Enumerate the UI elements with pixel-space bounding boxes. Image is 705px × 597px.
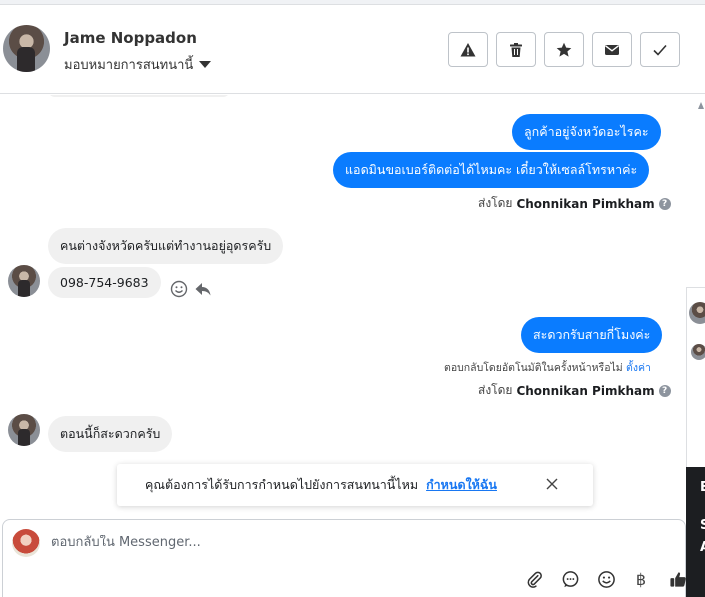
saved-replies-button[interactable] [559, 568, 581, 590]
assign-to-me-link[interactable]: กำหนดให้ฉัน [426, 475, 497, 495]
sent-by-label: ส่งโดย Chonnikan Pimkham ? [478, 381, 671, 400]
emoji-icon [597, 570, 615, 588]
assign-dropdown[interactable]: มอบหมายการสนทนานี้ [64, 54, 212, 75]
paperclip-icon [527, 571, 542, 588]
reply-composer: ฿ [2, 519, 686, 597]
sent-by-label: ส่งโดย Chonnikan Pimkham ? [478, 194, 671, 213]
assign-label: มอบหมายการสนทนานี้ [64, 58, 194, 73]
side-panel-letter: A [700, 540, 705, 555]
sender-name[interactable]: Chonnikan Pimkham [516, 197, 654, 211]
trash-icon [510, 42, 522, 57]
help-icon[interactable]: ? [658, 197, 671, 210]
message-bubble-outgoing[interactable]: สะดวกรับสายกี่โมงค่ะ [521, 317, 663, 353]
sender-name[interactable]: Chonnikan Pimkham [516, 384, 654, 398]
customer-avatar-small[interactable] [8, 414, 40, 446]
customer-avatar[interactable] [3, 25, 50, 72]
reply-icon[interactable] [194, 280, 212, 298]
side-avatar[interactable] [691, 344, 705, 360]
assign-prompt-toast: คุณต้องการได้รับการกำหนดไปยังการสนทนานี้… [117, 464, 593, 506]
payment-button[interactable]: ฿ [630, 568, 652, 590]
message-bubble-incoming[interactable]: คนต่างจังหวัดครับแต่ทำงานอยู่อุดรครับ [48, 228, 284, 264]
message-bubble-outgoing[interactable]: ลูกค้าอยู่จังหวัดอะไรคะ [512, 114, 661, 150]
mark-unread-button[interactable] [592, 32, 632, 67]
baht-icon: ฿ [635, 569, 647, 589]
star-button[interactable] [544, 32, 584, 67]
like-button[interactable] [667, 568, 689, 590]
envelope-icon [605, 44, 619, 55]
react-emoji-icon[interactable] [170, 280, 188, 298]
spam-button[interactable] [448, 32, 488, 67]
check-icon [653, 44, 667, 56]
close-icon[interactable] [545, 477, 559, 491]
scroll-up-icon[interactable] [698, 100, 704, 110]
attach-button[interactable] [523, 568, 545, 590]
mark-done-button[interactable] [640, 32, 680, 67]
delete-button[interactable] [496, 32, 536, 67]
thumbs-up-icon [669, 571, 686, 587]
help-icon[interactable]: ? [658, 384, 671, 397]
auto-reply-settings-link[interactable]: ตั้งค่า [626, 362, 651, 374]
customer-avatar-small[interactable] [8, 265, 40, 297]
assign-prompt-text: คุณต้องการได้รับการกำหนดไปยังการสนทนานี้… [145, 477, 419, 492]
message-bubble-outgoing[interactable]: แอดมินขอเบอร์ติดต่อได้ไหมคะ เดี๋ยวให้เซล… [333, 152, 650, 188]
conversation-header: Jame Noppadon มอบหมายการสนทนานี้ [0, 5, 705, 94]
side-panel-list [686, 287, 705, 467]
message-thread[interactable]: ลูกค้าอยู่จังหวัดอะไรคะ แอดมินขอเบอร์ติด… [0, 95, 686, 518]
previous-message-bubble [48, 95, 230, 97]
warning-icon [460, 42, 476, 56]
side-panel-letter: E [700, 480, 705, 495]
emoji-button[interactable] [595, 568, 617, 590]
customer-name[interactable]: Jame Noppadon [64, 29, 197, 47]
side-avatar[interactable] [689, 302, 705, 324]
auto-reply-note: ตอบกลับโดยอัตโนมัติในครั้งหน้าหรือไม่ ตั… [444, 362, 651, 374]
reply-input[interactable] [51, 535, 651, 550]
message-bubble-incoming[interactable]: ตอนนี้ก็สะดวกครับ [48, 416, 173, 452]
page-avatar [12, 529, 40, 557]
side-panel-letter: S [700, 518, 705, 533]
message-bubble-incoming[interactable]: 098-754-9683 [48, 267, 161, 298]
saved-reply-icon [562, 570, 578, 587]
star-icon [556, 42, 572, 57]
caret-down-icon [199, 61, 212, 68]
